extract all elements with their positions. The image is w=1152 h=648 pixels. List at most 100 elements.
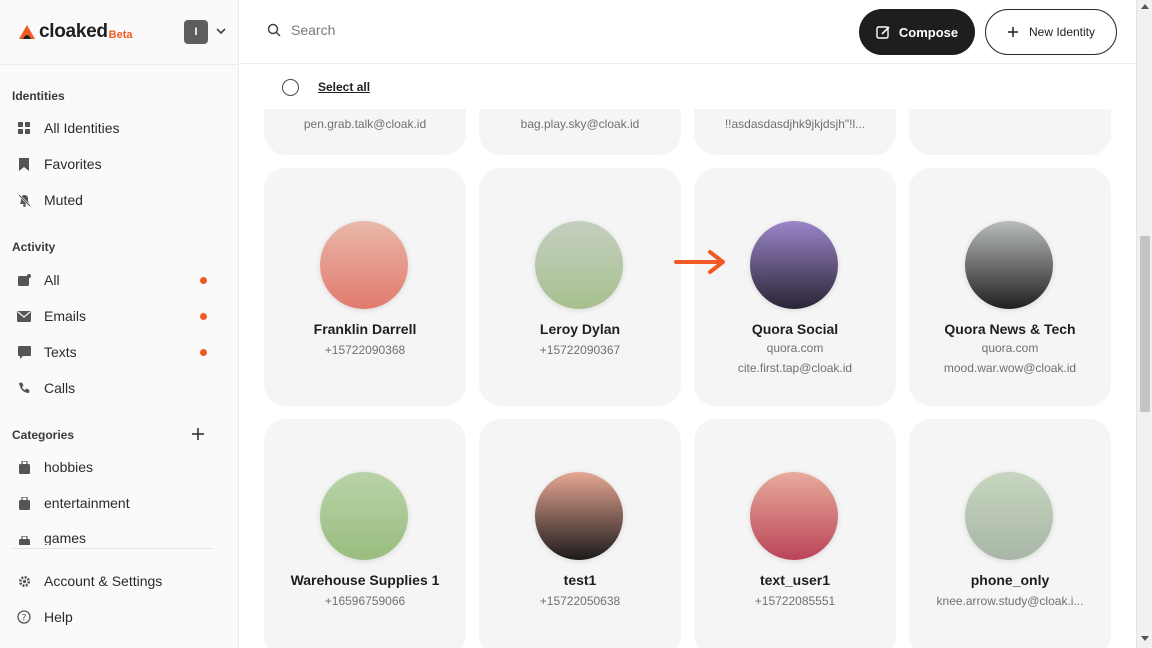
identity-name: text_user1 <box>759 572 831 588</box>
identity-detail: knee.arrow.study@cloak.i... <box>936 594 1084 608</box>
sidebar-item-help[interactable]: ? Help <box>12 605 222 629</box>
identity-email: bag.play.sky@cloak.id <box>520 117 640 131</box>
phone-icon <box>12 376 36 400</box>
identity-card[interactable]: Quora Social quora.com cite.first.tap@cl… <box>694 168 896 406</box>
identity-detail: +15722090367 <box>539 343 621 357</box>
help-icon: ? <box>12 605 36 629</box>
grid-icon <box>12 116 36 140</box>
search-input[interactable]: Search <box>291 22 335 38</box>
sidebar-item-label: Favorites <box>44 156 102 172</box>
identity-detail: quora.com <box>766 341 824 355</box>
scroll-up-icon[interactable] <box>1141 4 1149 9</box>
add-category-icon[interactable] <box>191 427 205 441</box>
cloaked-logo-icon <box>19 25 35 39</box>
identity-email: cite.first.tap@cloak.id <box>737 361 853 375</box>
chat-icon <box>12 340 36 364</box>
identity-name: Quora Social <box>751 321 839 337</box>
identity-email: pen.grab.talk@cloak.id <box>303 117 427 131</box>
sidebar-item-all[interactable]: All <box>12 268 222 292</box>
identity-card[interactable] <box>909 109 1111 155</box>
identity-card[interactable]: pen.grab.talk@cloak.id <box>264 109 466 155</box>
identity-email: !!asdasdasdjhk9jkjdsjh"!l... <box>724 117 866 131</box>
sidebar-item-label: Account & Settings <box>44 573 163 589</box>
new-identity-label: New Identity <box>1028 25 1096 39</box>
sidebar-item-label: hobbies <box>44 459 94 475</box>
search-icon <box>267 23 281 37</box>
identity-card[interactable]: Quora News & Tech quora.com mood.war.wow… <box>909 168 1111 406</box>
mail-icon <box>12 304 36 328</box>
folder-icon <box>12 530 36 545</box>
sidebar-item-label: Help <box>44 609 73 625</box>
bell-off-icon <box>12 188 36 212</box>
sidebar-item-entertainment[interactable]: entertainment <box>12 491 222 515</box>
unread-dot <box>200 277 207 284</box>
identity-avatar <box>750 472 838 560</box>
identity-avatar <box>535 472 623 560</box>
identity-avatar <box>320 221 408 309</box>
compose-icon <box>876 25 891 40</box>
identity-avatar <box>965 221 1053 309</box>
account-avatar[interactable]: I <box>184 20 208 44</box>
scroll-thumb[interactable] <box>1140 236 1150 412</box>
search-bar[interactable]: Search <box>267 22 335 38</box>
sidebar-item-label: games <box>44 530 87 545</box>
identity-avatar <box>535 221 623 309</box>
sidebar-item-label: Muted <box>44 192 83 208</box>
identity-name: Quora News & Tech <box>944 321 1076 337</box>
sidebar-item-label: entertainment <box>44 495 130 511</box>
identity-avatar <box>320 472 408 560</box>
new-identity-button[interactable]: New Identity <box>985 9 1117 55</box>
unread-dot <box>200 313 207 320</box>
arrow-right-icon <box>674 250 725 274</box>
identity-avatar <box>750 221 838 309</box>
identity-card[interactable]: Leroy Dylan +15722090367 <box>479 168 681 406</box>
identity-card[interactable]: test1 +15722050638 <box>479 419 681 648</box>
gear-icon <box>12 569 36 593</box>
sidebar-item-account-settings[interactable]: Account & Settings <box>12 569 222 593</box>
identity-card[interactable]: text_user1 +15722085551 <box>694 419 896 648</box>
identity-card[interactable]: Franklin Darrell +15722090368 <box>264 168 466 406</box>
sidebar-item-calls[interactable]: Calls <box>12 376 222 400</box>
sidebar-item-texts[interactable]: Texts <box>12 340 222 364</box>
categories-heading: Categories <box>12 428 75 442</box>
select-all-link[interactable]: Select all <box>318 80 370 94</box>
identity-card[interactable]: phone_only knee.arrow.study@cloak.i... <box>909 419 1111 648</box>
sidebar: cloaked Beta I Identities All Identities… <box>0 0 239 648</box>
identity-detail: +16596759066 <box>324 594 406 608</box>
sidebar-item-emails[interactable]: Emails <box>12 304 222 328</box>
identity-detail: quora.com <box>981 341 1039 355</box>
identity-card[interactable]: !!asdasdasdjhk9jkjdsjh"!l... <box>694 109 896 155</box>
scrollbar[interactable] <box>1136 0 1152 648</box>
sidebar-item-all-identities[interactable]: All Identities <box>12 116 222 140</box>
identity-name: Leroy Dylan <box>539 321 621 337</box>
identities-heading: Identities <box>12 89 65 103</box>
sidebar-item-label: All <box>44 272 60 288</box>
scroll-down-icon[interactable] <box>1141 636 1149 641</box>
brand-logo[interactable]: cloaked Beta <box>18 20 133 44</box>
unread-dot <box>200 349 207 356</box>
identities-grid: pen.grab.talk@cloak.id bag.play.sky@cloa… <box>240 109 1136 648</box>
sidebar-item-muted[interactable]: Muted <box>12 188 222 212</box>
folder-icon <box>12 491 36 515</box>
identity-card[interactable]: Warehouse Supplies 1 +16596759066 <box>264 419 466 648</box>
compose-label: Compose <box>898 24 959 40</box>
sidebar-item-label: Emails <box>44 308 87 324</box>
identity-card[interactable]: bag.play.sky@cloak.id <box>479 109 681 155</box>
identity-avatar <box>965 472 1053 560</box>
sidebar-item-label: Texts <box>44 344 77 360</box>
sidebar-divider <box>0 64 239 65</box>
sidebar-item-games[interactable]: games <box>12 527 222 545</box>
select-bar <box>240 65 1136 109</box>
brand-name: cloaked <box>39 21 108 42</box>
chevron-down-icon[interactable] <box>214 24 228 38</box>
identity-name: Franklin Darrell <box>313 321 417 337</box>
sidebar-item-label: All Identities <box>44 120 120 136</box>
sidebar-item-hobbies[interactable]: hobbies <box>12 455 222 479</box>
inbox-icon <box>12 268 36 292</box>
identity-detail: +15722090368 <box>324 343 406 357</box>
folder-icon <box>12 455 36 479</box>
sidebar-divider <box>12 548 214 549</box>
sidebar-item-favorites[interactable]: Favorites <box>12 152 222 176</box>
compose-button[interactable]: Compose <box>859 9 975 55</box>
select-all-radio[interactable] <box>282 79 299 96</box>
